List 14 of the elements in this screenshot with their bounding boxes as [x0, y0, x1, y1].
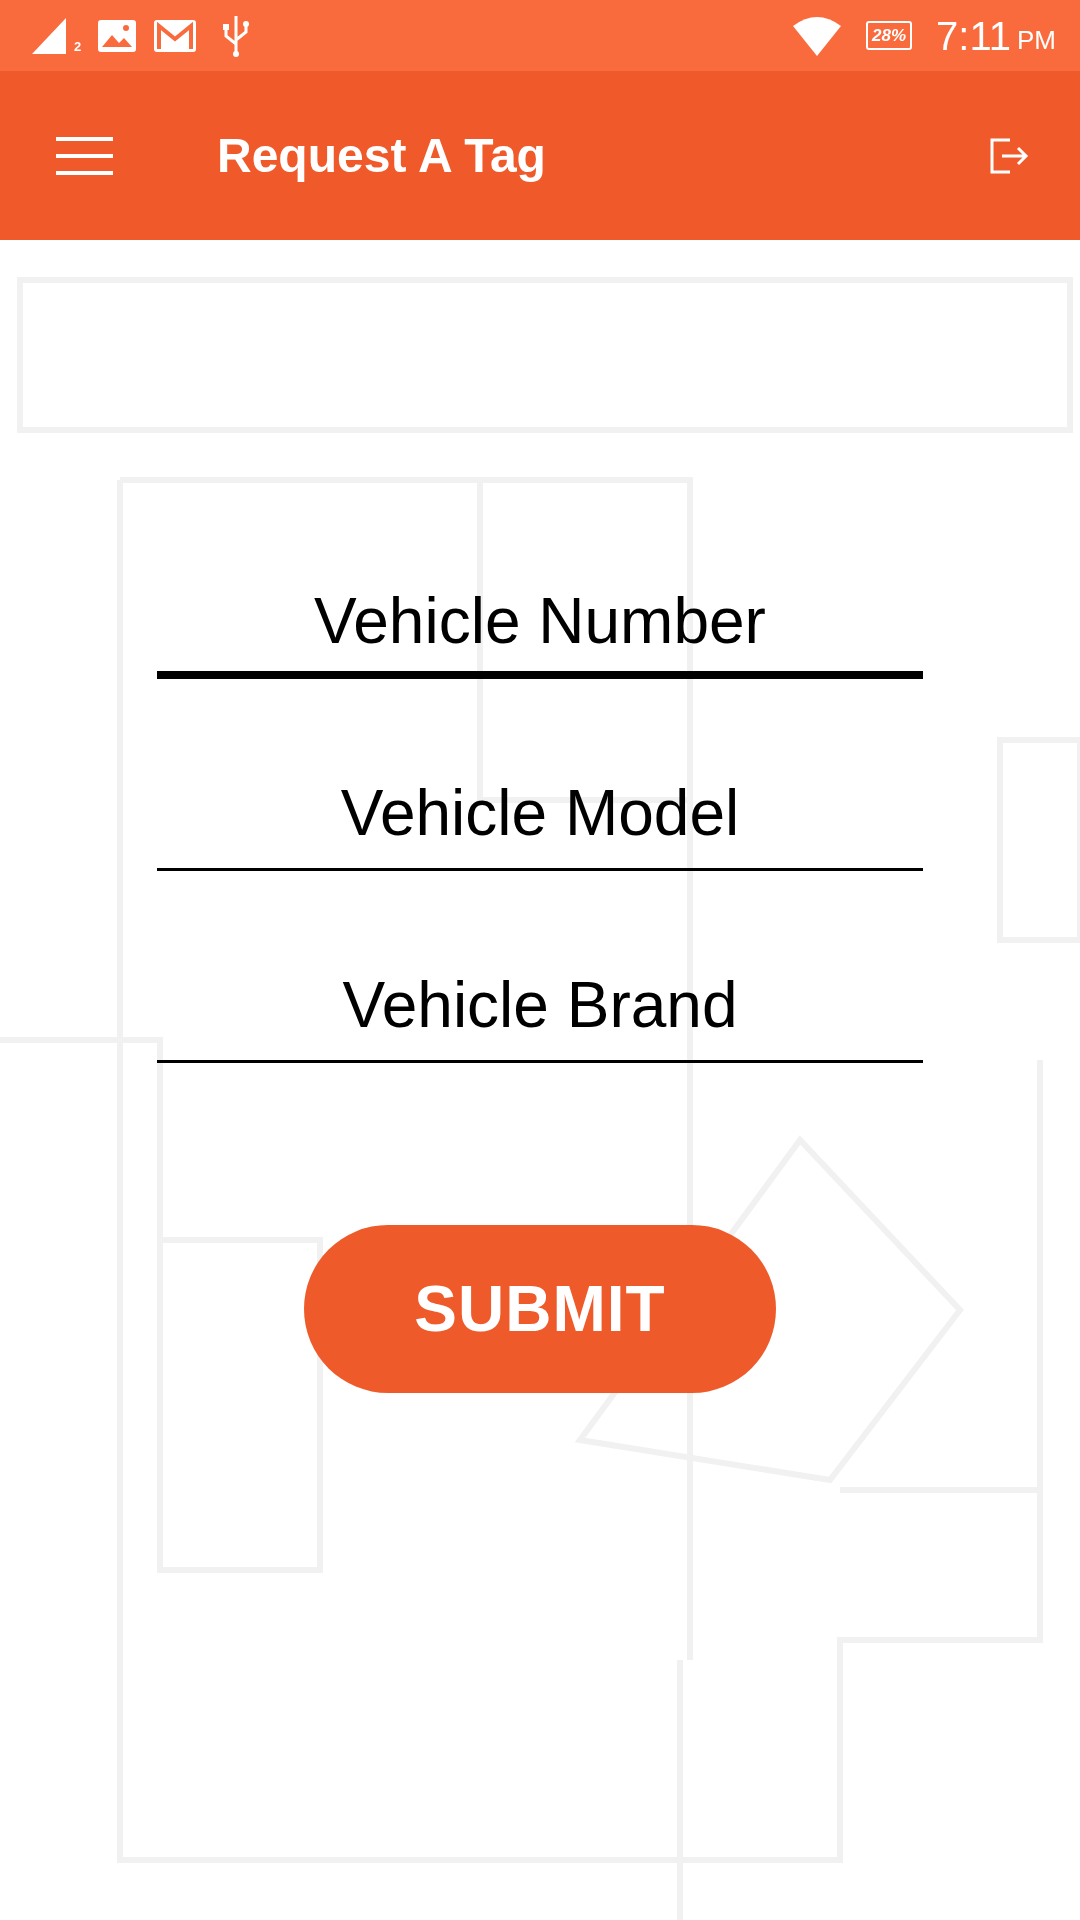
wifi-icon	[792, 15, 843, 56]
input-field[interactable]: Vehicle Number	[157, 571, 923, 671]
clock-time: 7:11	[936, 12, 1011, 60]
mail-icon	[153, 18, 198, 53]
sim-number: 2	[74, 37, 82, 56]
clock-period: PM	[1017, 24, 1056, 57]
image-icon	[97, 18, 138, 53]
menu-icon[interactable]	[56, 136, 113, 175]
submit-button[interactable]: SUBMIT	[304, 1225, 776, 1393]
battery-indicator: 28%	[866, 20, 913, 51]
input-field[interactable]: Vehicle Brand	[157, 955, 923, 1055]
input-field[interactable]: Vehicle Model	[157, 763, 923, 863]
usb-icon	[221, 13, 252, 58]
page-title: Request A Tag	[217, 127, 546, 184]
